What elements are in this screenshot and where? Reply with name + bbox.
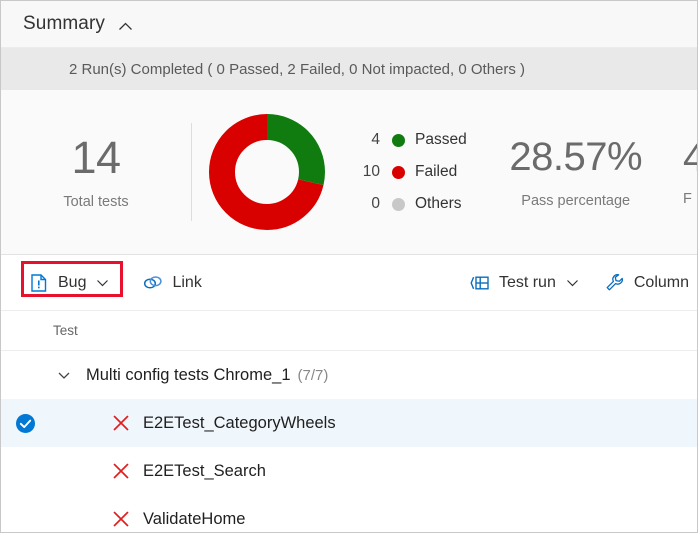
donut-graphic xyxy=(207,112,327,232)
legend-dot-passed xyxy=(392,133,405,147)
column-options-button[interactable]: Column xyxy=(597,266,697,300)
legend-dot-others xyxy=(392,197,405,211)
cut-off-metric: 4 F xyxy=(683,90,697,254)
test-group-row[interactable]: Multi config tests Chrome_1 (7/7) xyxy=(1,351,697,399)
chevron-down-icon[interactable] xyxy=(96,276,109,289)
test-name: E2ETest_Search xyxy=(143,461,266,480)
legend-item-passed: 4 Passed xyxy=(352,131,467,149)
chevron-down-icon[interactable] xyxy=(56,367,72,383)
test-group-name: Multi config tests Chrome_1 xyxy=(86,365,291,384)
total-tests-metric: 14 Total tests xyxy=(1,131,191,211)
test-name: E2ETest_CategoryWheels xyxy=(143,413,336,432)
legend-item-others: 0 Others xyxy=(352,195,467,213)
link-button-label: Link xyxy=(172,273,202,291)
bug-report-icon xyxy=(29,273,49,293)
legend-dot-failed xyxy=(392,165,405,179)
x-icon xyxy=(111,461,131,481)
wrench-icon xyxy=(605,273,625,293)
cut-off-value: 4 xyxy=(683,138,697,178)
pass-percentage-metric: 28.57% Pass percentage xyxy=(467,135,685,209)
test-results-summary-page: Summary 2 Run(s) Completed ( 0 Passed, 2… xyxy=(0,0,698,533)
chevron-up-icon[interactable] xyxy=(117,18,134,35)
run-status-text: 2 Run(s) Completed ( 0 Passed, 2 Failed,… xyxy=(69,60,526,78)
test-group-count: (7/7) xyxy=(297,366,329,384)
legend-label-others: Others xyxy=(415,195,462,212)
page-title: Summary xyxy=(23,13,105,34)
table-row[interactable]: ValidateHome xyxy=(1,495,697,532)
pass-percentage-label: Pass percentage xyxy=(521,193,631,209)
summary-metrics-band: 14 Total tests 4 Passed 10 Failed 0 Othe… xyxy=(1,90,697,255)
toolbar-right-group: Test run Column xyxy=(462,266,697,300)
chart-legend: 4 Passed 10 Failed 0 Others xyxy=(352,131,467,213)
column-options-label: Column xyxy=(633,273,689,291)
table-row[interactable]: E2ETest_Search xyxy=(1,447,697,495)
test-name: ValidateHome xyxy=(143,509,246,528)
cut-off-label: F xyxy=(683,190,692,207)
summary-section-header[interactable]: Summary xyxy=(1,1,697,48)
column-header-test: Test xyxy=(53,323,78,338)
legend-count-failed: 10 xyxy=(362,163,380,180)
link-icon xyxy=(143,273,163,293)
bug-button-label: Bug xyxy=(58,273,87,291)
table-row[interactable]: E2ETest_CategoryWheels xyxy=(1,399,697,447)
command-toolbar: Bug Link Test run Column xyxy=(1,255,697,311)
total-tests-value: 14 xyxy=(71,131,121,183)
grid-header-row: Test xyxy=(1,311,697,351)
chevron-down-icon[interactable] xyxy=(566,276,579,289)
x-icon xyxy=(111,413,131,433)
legend-label-passed: Passed xyxy=(415,131,467,148)
total-tests-label: Total tests xyxy=(63,194,129,211)
test-run-panel-icon xyxy=(470,273,490,293)
run-status-strip: 2 Run(s) Completed ( 0 Passed, 2 Failed,… xyxy=(1,48,697,90)
legend-label-failed: Failed xyxy=(415,163,458,180)
legend-item-failed: 10 Failed xyxy=(352,163,467,181)
bug-button[interactable]: Bug xyxy=(21,266,117,300)
legend-count-passed: 4 xyxy=(371,131,380,148)
legend-count-others: 0 xyxy=(371,195,380,212)
test-run-button-label: Test run xyxy=(498,273,556,291)
pass-percentage-value: 28.57% xyxy=(509,135,643,179)
test-run-button[interactable]: Test run xyxy=(462,266,587,300)
row-selected-check-icon[interactable] xyxy=(1,413,49,434)
x-icon xyxy=(111,509,131,529)
link-button[interactable]: Link xyxy=(135,266,209,300)
results-donut-chart xyxy=(192,112,342,232)
